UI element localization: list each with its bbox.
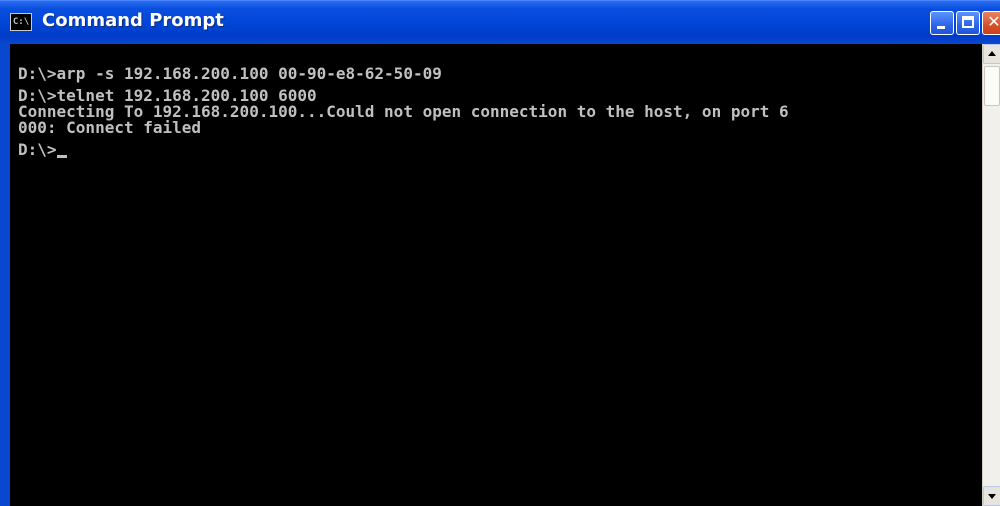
minimize-button[interactable]	[930, 11, 954, 35]
scroll-down-button[interactable]	[983, 486, 1000, 506]
scrollbar-thumb[interactable]	[984, 66, 1000, 106]
console-line: D:\>arp -s 192.168.200.100 00-90-e8-62-5…	[18, 64, 442, 83]
title-bar[interactable]: C:\ Command Prompt ✕	[0, 0, 1000, 44]
maximize-icon	[962, 16, 974, 28]
minimize-icon	[937, 26, 945, 29]
arrow-down-icon	[988, 494, 996, 499]
close-button[interactable]: ✕	[982, 11, 1000, 35]
command-prompt-window: C:\ Command Prompt ✕ D:\>arp -s 192.168.…	[0, 0, 1000, 506]
console-prompt: D:\>	[18, 140, 57, 159]
console-prompt-line: D:\>	[18, 142, 982, 158]
text-cursor	[56, 155, 67, 158]
console-output[interactable]: D:\>arp -s 192.168.200.100 00-90-e8-62-5…	[10, 44, 982, 506]
console-icon[interactable]: C:\	[10, 13, 32, 31]
maximize-button[interactable]	[956, 11, 980, 35]
window-frame-left	[0, 44, 10, 506]
vertical-scrollbar[interactable]	[982, 44, 1000, 506]
arrow-up-icon	[988, 51, 996, 56]
console-line: 000: Connect failed	[18, 118, 202, 137]
window-title: Command Prompt	[42, 10, 224, 31]
scroll-up-button[interactable]	[983, 44, 1000, 64]
close-icon: ✕	[987, 12, 1000, 31]
